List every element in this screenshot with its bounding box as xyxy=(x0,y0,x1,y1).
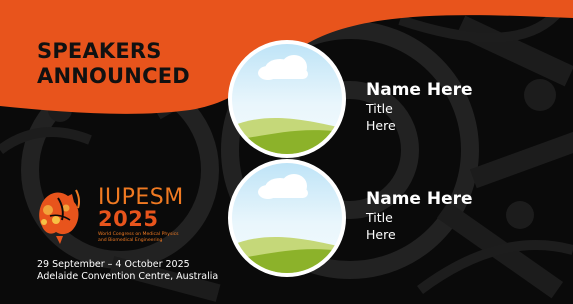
speaker-name: Name Here xyxy=(366,80,473,100)
speaker-name: Name Here xyxy=(366,189,473,209)
landscape-placeholder-icon xyxy=(232,55,342,154)
logo-year: 2025 xyxy=(98,207,159,231)
headline-line-2: ANNOUNCED xyxy=(37,64,190,88)
speaker-title-line-2: Here xyxy=(366,118,396,133)
logo-subtitle: World Congress on Medical Physics and Bi… xyxy=(98,232,208,243)
headline: SPEAKERS ANNOUNCED xyxy=(37,39,190,89)
australia-map-logo-icon xyxy=(39,189,81,244)
speaker-title-line-1: Title xyxy=(366,210,393,225)
iupesm-logo: IUPESM 2025 World Congress on Medical Ph… xyxy=(36,186,206,246)
logo-subtitle-line-2: and Biomedical Engineering xyxy=(98,237,163,243)
speaker-photo-placeholder-1 xyxy=(228,40,346,158)
event-venue: Adelaide Convention Centre, Australia xyxy=(37,271,219,282)
speaker-announcement-banner: SPEAKERS ANNOUNCED Name Here Title Here … xyxy=(0,0,573,304)
speaker-title-line-1: Title xyxy=(366,101,393,116)
speaker-card-1: Name Here Title Here xyxy=(366,80,473,134)
event-info: 29 September – 4 October 2025 Adelaide C… xyxy=(37,259,218,283)
speaker-card-2: Name Here Title Here xyxy=(366,189,473,243)
speaker-photo-placeholder-2 xyxy=(228,159,346,277)
landscape-placeholder-icon xyxy=(232,174,342,273)
event-dates: 29 September – 4 October 2025 xyxy=(37,259,190,270)
speaker-title-line-2: Here xyxy=(366,227,396,242)
headline-line-1: SPEAKERS xyxy=(37,39,162,63)
